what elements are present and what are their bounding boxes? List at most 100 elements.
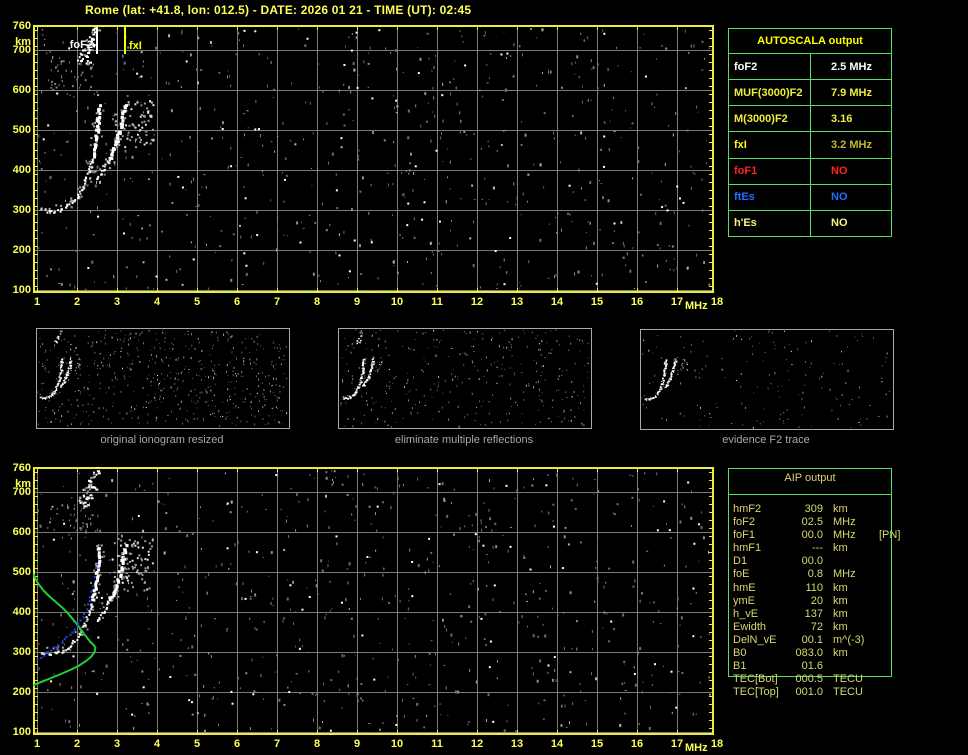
x-tick-label: 2 (73, 296, 81, 308)
x-tick-label: 15 (590, 738, 604, 750)
y-tick-label: 300 (12, 645, 31, 658)
aip-param-value: --- (812, 542, 823, 555)
aip-param-label: Ewidth (733, 620, 767, 633)
autoscala-param-value: 2.5 MHz (831, 60, 872, 73)
aip-table-header: AIP output (784, 472, 836, 484)
y-tick-label: 100 (12, 284, 31, 297)
aip-row-ymE: ymE 20 km (728, 595, 958, 608)
x-tick-label: 16 (630, 296, 644, 308)
thumbnail-caption-3: evidence F2 trace (722, 434, 810, 446)
x-tick-label: 7 (273, 296, 281, 308)
x-tick-label: 11 (431, 738, 443, 750)
aip-param-label: hmF2 (733, 503, 762, 515)
x-axis-unit-label: MHz (685, 300, 708, 312)
aip-row-DelN_vE: DelN_vE 00.1 m^(-3) (728, 634, 958, 647)
y-tick-label: 760 (12, 461, 31, 474)
aip-param-label: hmF1 (733, 542, 762, 555)
y-tick-label: 400 (12, 163, 31, 176)
x-tick-label: 5 (193, 738, 201, 750)
main-ionogram-canvas (33, 25, 714, 293)
aip-param-unit: TECU (833, 673, 863, 686)
aip-param-value: 00.0 (801, 529, 823, 542)
autoscala-row-fxI: fxI 3.2 MHz (729, 132, 891, 159)
aip-param-unit: km (833, 647, 848, 660)
x-tick-label: 15 (590, 296, 604, 308)
aip-param-label: ymE (733, 594, 755, 607)
autoscala-param-label: foF2 (729, 54, 811, 80)
aip-row-B1: B1 01.6 (728, 660, 958, 673)
x-tick-label: 12 (470, 296, 484, 308)
x-tick-label: 6 (233, 738, 241, 750)
x-tick-label: 1 (33, 738, 41, 750)
autoscala-row-h'Es: h'Es NO (729, 210, 891, 236)
aip-param-label: B1 (733, 660, 747, 673)
x-tick-label: 14 (550, 296, 564, 308)
autoscala-row-M(3000)F2: M(3000)F2 3.16 (729, 106, 891, 133)
autoscala-param-label: foF1 (729, 158, 811, 184)
x-tick-label: 10 (390, 738, 404, 750)
aip-param-value: 0.8 (807, 568, 823, 581)
aip-param-value: 00.0 (801, 555, 823, 568)
aip-param-unit: km (833, 620, 848, 633)
y-tick-label: 200 (12, 244, 31, 257)
foF2-marker-label: foF2 (69, 39, 93, 51)
aip-param-unit: km (833, 581, 848, 594)
aip-row-D1: D1 00.0 (728, 555, 958, 568)
x-tick-label: 14 (550, 738, 564, 750)
x-tick-label: 4 (153, 738, 161, 750)
x-tick-label: 13 (510, 296, 524, 308)
y-tick-label: 600 (12, 83, 31, 96)
aip-param-label: B0 (733, 647, 747, 660)
x-tick-label: 1 (33, 296, 41, 308)
aip-row-hmF2: hmF2 309 km (728, 503, 958, 516)
x-tick-label: 7 (273, 738, 281, 750)
x-tick-label: 8 (313, 738, 321, 750)
aip-param-unit: MHz (833, 529, 856, 542)
aip-param-label: foF1 (733, 529, 756, 542)
x-tick-label: 18 (710, 738, 724, 750)
aip-row-hmF1: hmF1 --- km (728, 542, 958, 555)
aip-param-label: h_vE (733, 607, 759, 620)
thumbnail-caption-1: original ionogram resized (100, 434, 224, 446)
autoscala-param-label: fxI (729, 132, 811, 158)
aip-param-label: D1 (733, 555, 748, 568)
aip-row-hmE: hmE 110 km (728, 582, 958, 595)
aip-row-foF1: foF1 00.0 MHz [PN] (728, 529, 958, 542)
autoscala-param-value: 3.16 (831, 112, 853, 125)
aip-param-value: 083.0 (795, 647, 823, 660)
aip-param-label: TEC[Top] (733, 686, 779, 699)
aip-param-unit: km (833, 542, 848, 555)
autoscala-row-MUF(3000)F2: MUF(3000)F2 7.9 MHz (729, 80, 891, 107)
aip-param-unit (833, 555, 877, 568)
y-tick-label: 500 (12, 565, 31, 578)
aip-param-label: hmE (733, 581, 756, 594)
aip-param-value: 110 (805, 581, 823, 594)
x-tick-label: 6 (233, 296, 241, 308)
autoscala-param-value: NO (831, 191, 848, 204)
x-tick-label: 16 (630, 738, 644, 750)
y-tick-label: 760 (12, 19, 31, 32)
autoscala-param-label: M(3000)F2 (729, 106, 811, 132)
aip-header-separator (728, 494, 892, 495)
page-title: Rome (lat: +41.8, lon: 012.5) - DATE: 20… (85, 3, 472, 17)
x-tick-label: 17 (670, 296, 684, 308)
aip-row-foE: foE 0.8 MHz (728, 568, 958, 581)
aip-row-TEC[Top]: TEC[Top] 001.0 TECU (728, 686, 958, 699)
thumbnail-original-ionogram (36, 328, 290, 429)
y-tick-label: 500 (12, 123, 31, 136)
y-tick-label: 300 (12, 203, 31, 216)
aip-param-value: 20 (810, 594, 823, 607)
autoscala-row-foF2: foF2 2.5 MHz (729, 54, 891, 81)
aip-param-unit: TECU (833, 686, 863, 699)
thumbnail-caption-2: eliminate multiple reflections (394, 434, 534, 446)
aip-param-value: 309 (804, 503, 823, 515)
y-tick-label: 100 (12, 726, 31, 739)
aip-param-label: foF2 (733, 516, 756, 529)
y-tick-label: 400 (12, 605, 31, 618)
aip-param-unit: km (833, 594, 848, 607)
aip-param-unit (833, 660, 877, 673)
x-tick-label: 17 (670, 738, 684, 750)
autoscala-param-value: NO (831, 217, 848, 230)
x-tick-label: 11 (431, 296, 443, 308)
autoscala-param-label: MUF(3000)F2 (729, 80, 811, 106)
